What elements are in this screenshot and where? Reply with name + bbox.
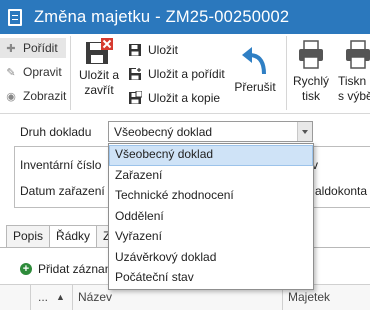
add-record-button[interactable]: + Přidat záznam: [20, 262, 115, 276]
plus-icon: ✚: [6, 42, 16, 55]
quick-print-label-1: Rychlý: [292, 74, 329, 88]
column-separator: [72, 285, 73, 310]
save-close-label-1: Uložit a: [78, 68, 119, 82]
create-label: Pořídit: [23, 41, 58, 55]
floppy-icon: [129, 44, 141, 56]
quick-print-button[interactable]: Rychlý tisk: [290, 38, 332, 104]
column-name[interactable]: Název: [78, 290, 112, 304]
sort-up-icon[interactable]: ▲: [56, 292, 65, 302]
column-separator: [30, 285, 31, 310]
doc-type-value: Všeobecný doklad: [114, 125, 213, 139]
quick-print-label-2: tisk: [302, 89, 320, 103]
chevron-down-icon[interactable]: [297, 122, 312, 141]
view-label: Zobrazit: [23, 89, 67, 103]
interrupt-button[interactable]: Přerušit: [230, 38, 280, 95]
save-and-copy-label: Uložit a kopie: [148, 91, 221, 105]
dropdown-option[interactable]: Zařazení: [109, 166, 313, 187]
view-button[interactable]: ◉ Zobrazit: [4, 86, 66, 106]
date-label: Datum zařazení: [20, 184, 105, 198]
save-actions-group: Uložit Uložit a pořídit Uložit a kopie: [128, 38, 225, 110]
tab-strip: Popis Řádky Z: [6, 225, 118, 248]
ribbon-toolbar: ✚ Pořídit ✎ Opravit ◉ Zobrazit Uložit a …: [0, 34, 370, 114]
save-close-label-2: zavřít: [84, 83, 114, 97]
dropdown-option[interactable]: Počáteční stav: [109, 268, 313, 289]
interrupt-label: Přerušit: [234, 80, 276, 94]
dropdown-option[interactable]: Technické zhodnocení: [109, 186, 313, 207]
printer-settings-icon: [346, 40, 370, 69]
save-and-copy-button[interactable]: Uložit a kopie: [128, 86, 225, 110]
undo-arrow-icon: [242, 47, 266, 75]
dropdown-option[interactable]: Uzávěrkový doklad: [109, 248, 313, 269]
save-close-icon: [86, 38, 113, 64]
print-with-choice-button[interactable]: Tiskn s výbě: [338, 38, 370, 104]
floppy-copy-icon: [129, 91, 142, 104]
saldo-label-suffix: aldokonta: [315, 184, 368, 198]
printer-icon: [299, 40, 323, 69]
column-dots[interactable]: ...: [38, 290, 48, 304]
floppy-plus-icon: [129, 67, 142, 80]
tab-popis[interactable]: Popis: [6, 225, 51, 247]
pencil-icon: ✎: [6, 66, 16, 79]
doc-type-combobox[interactable]: Všeobecný doklad: [108, 121, 313, 142]
save-and-close-button[interactable]: Uložit a zavřít: [74, 38, 124, 98]
create-button[interactable]: ✚ Pořídit: [0, 38, 66, 58]
inventory-number-label: Inventární číslo: [20, 158, 102, 172]
column-asset[interactable]: Majetek: [288, 290, 330, 304]
dropdown-option[interactable]: Všeobecný doklad: [109, 145, 313, 166]
doc-type-dropdown-list: Všeobecný doklad Zařazení Technické zhod…: [108, 143, 314, 290]
title-bar: Změna majetku - ZM25-00250002: [0, 0, 370, 34]
save-button[interactable]: Uložit: [128, 38, 225, 62]
dropdown-option[interactable]: Vyřazení: [109, 227, 313, 248]
ribbon-separator: [70, 36, 71, 110]
print-choice-label-2: s výbě: [338, 89, 370, 103]
save-and-create-label: Uložit a pořídit: [148, 67, 225, 81]
edit-button[interactable]: ✎ Opravit: [4, 62, 62, 82]
window-title: Změna majetku - ZM25-00250002: [34, 7, 290, 26]
ribbon-separator: [286, 36, 287, 110]
eye-icon: ◉: [6, 90, 16, 103]
dropdown-option[interactable]: Oddělení: [109, 207, 313, 228]
save-and-create-button[interactable]: Uložit a pořídit: [128, 62, 225, 86]
doc-type-label: Druh dokladu: [20, 125, 92, 139]
edit-label: Opravit: [23, 65, 62, 79]
record-actions-group: ✚ Pořídit ✎ Opravit ◉ Zobrazit: [0, 34, 70, 114]
print-choice-label-1: Tiskn: [338, 74, 367, 88]
tab-radky[interactable]: Řádky: [49, 225, 98, 248]
add-record-label: Přidat záznam: [38, 262, 115, 276]
add-circle-icon: +: [20, 263, 32, 275]
save-label: Uložit: [148, 43, 179, 57]
document-icon: [8, 8, 22, 26]
